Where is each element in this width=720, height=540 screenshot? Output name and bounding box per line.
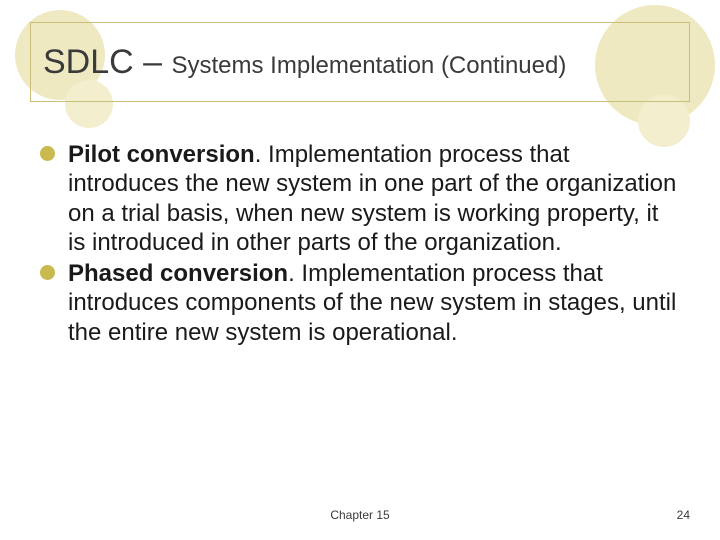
title-box: SDLC – Systems Implementation (Continued… [30, 22, 690, 102]
content-area: Pilot conversion. Implementation process… [40, 140, 680, 349]
list-item: Phased conversion. Implementation proces… [40, 259, 680, 347]
footer-chapter: Chapter 15 [0, 508, 720, 522]
bullet-icon [40, 146, 55, 161]
title-suffix: Systems Implementation (Continued) [172, 52, 567, 79]
bullet-term: Phased conversion [68, 260, 288, 287]
page-title: SDLC – Systems Implementation (Continued… [43, 43, 566, 82]
bullet-icon [40, 265, 55, 280]
title-prefix: SDLC – [43, 43, 172, 81]
bullet-term: Pilot conversion [68, 141, 255, 168]
list-item: Pilot conversion. Implementation process… [40, 140, 680, 257]
footer-page-number: 24 [677, 508, 690, 522]
